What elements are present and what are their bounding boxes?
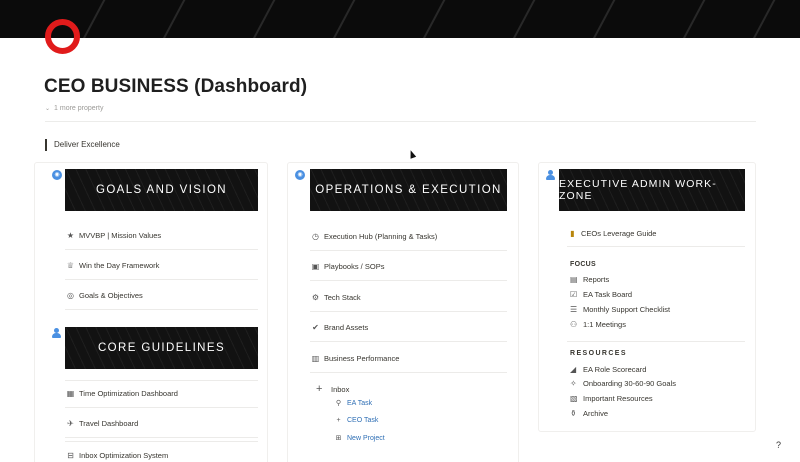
button-ceo-task[interactable]: + CEO Task [333, 417, 378, 424]
link-execution-hub[interactable]: ◷ Execution Hub (Planning & Tasks) [310, 223, 507, 251]
add-person-icon: ⚲ [335, 400, 342, 407]
user-icon [546, 170, 555, 180]
robot-icon: ⚙ [311, 293, 320, 302]
target-icon: ◎ [67, 291, 74, 300]
divider [45, 121, 756, 122]
verified-icon: ✔ [312, 323, 319, 332]
more-properties-label: 1 more property [54, 105, 104, 112]
focus-heading: FOCUS [570, 261, 596, 268]
chevron-down-icon: ⌄ [45, 106, 51, 112]
link-brand-assets[interactable]: ✔ Brand Assets [310, 314, 507, 342]
line-chart-icon: ◢ [570, 365, 577, 374]
link-inbox-optimization[interactable]: ⊟ Inbox Optimization System [65, 441, 258, 462]
banner-executive-admin[interactable]: EXECUTIVE ADMIN WORK-ZONE [559, 169, 745, 211]
button-ea-task[interactable]: ⚲ EA Task [333, 399, 372, 408]
hub-icon: ◷ [312, 232, 319, 241]
book-icon: ▣ [311, 262, 320, 271]
mouse-cursor [407, 149, 417, 159]
inbox-label: Inbox [331, 385, 350, 394]
page-logo-icon[interactable] [45, 19, 80, 54]
link-playbooks[interactable]: ▣ Playbooks / SOPs [310, 253, 507, 281]
page-title[interactable]: CEO BUSINESS (Dashboard) [44, 76, 307, 98]
banner-core-guidelines[interactable]: CORE GUIDELINES [65, 327, 258, 369]
link-onboarding-goals[interactable]: ✧ Onboarding 30-60-90 Goals [570, 379, 676, 388]
banner-goals-and-vision[interactable]: GOALS AND VISION [65, 169, 258, 211]
folder-icon: ▧ [570, 394, 578, 403]
more-properties-toggle[interactable]: ⌄ 1 more property [45, 105, 103, 112]
document-icon: ▮ [570, 229, 575, 238]
inbox-icon: ⊟ [67, 450, 74, 460]
link-monthly-support-checklist[interactable]: ☰ Monthly Support Checklist [570, 305, 670, 314]
new-project-icon: ⊞ [335, 435, 342, 442]
link-time-optimization[interactable]: ▦ Time Optimization Dashboard [65, 380, 258, 408]
trophy-icon: ♕ [66, 261, 75, 270]
calendar-icon: ▦ [66, 389, 75, 398]
cover-image [0, 0, 800, 38]
link-archive[interactable]: ⚱ Archive [570, 409, 608, 418]
banner-operations-execution[interactable]: OPERATIONS & EXECUTION [310, 169, 507, 211]
link-win-the-day[interactable]: ♕ Win the Day Framework [65, 252, 258, 280]
report-icon: ▤ [570, 275, 578, 284]
goal-badge-icon: ◉ [52, 170, 62, 180]
link-1-1-meetings[interactable]: ⚇ 1:1 Meetings [570, 320, 626, 329]
link-tech-stack[interactable]: ⚙ Tech Stack [310, 284, 507, 312]
rocket-icon: ✧ [570, 379, 577, 388]
link-ea-task-board[interactable]: ☑ EA Task Board [570, 290, 632, 299]
button-new-project[interactable]: ⊞ New Project [333, 434, 385, 443]
link-business-performance[interactable]: ▥ Business Performance [310, 345, 507, 373]
link-travel-dashboard[interactable]: ✈ Travel Dashboard [65, 410, 258, 438]
resources-heading: RESOURCES [570, 350, 627, 357]
help-button[interactable]: ? [776, 440, 781, 450]
user-icon [52, 328, 61, 338]
archive-icon: ⚱ [570, 409, 577, 418]
add-icon[interactable]: + [316, 383, 322, 395]
plus-icon: + [336, 417, 341, 424]
star-icon: ★ [66, 231, 75, 240]
link-reports[interactable]: ▤ Reports [570, 275, 609, 284]
plane-icon: ✈ [67, 419, 74, 428]
checklist-icon: ☰ [570, 305, 578, 314]
link-ea-role-scorecard[interactable]: ◢ EA Role Scorecard [570, 365, 646, 374]
link-ceos-leverage-guide[interactable]: ▮ CEOs Leverage Guide [567, 221, 745, 247]
checkbox-icon: ☑ [570, 290, 578, 299]
chart-icon: ▥ [311, 354, 320, 363]
link-important-resources[interactable]: ▧ Important Resources [570, 394, 653, 403]
link-mvvbp[interactable]: ★ MVVBP | Mission Values [65, 222, 258, 250]
callout-quote: Deliver Excellence [45, 139, 120, 151]
link-goals-objectives[interactable]: ◎ Goals & Objectives [65, 282, 258, 310]
operations-badge-icon: ◉ [295, 170, 305, 180]
meeting-icon: ⚇ [570, 320, 578, 329]
